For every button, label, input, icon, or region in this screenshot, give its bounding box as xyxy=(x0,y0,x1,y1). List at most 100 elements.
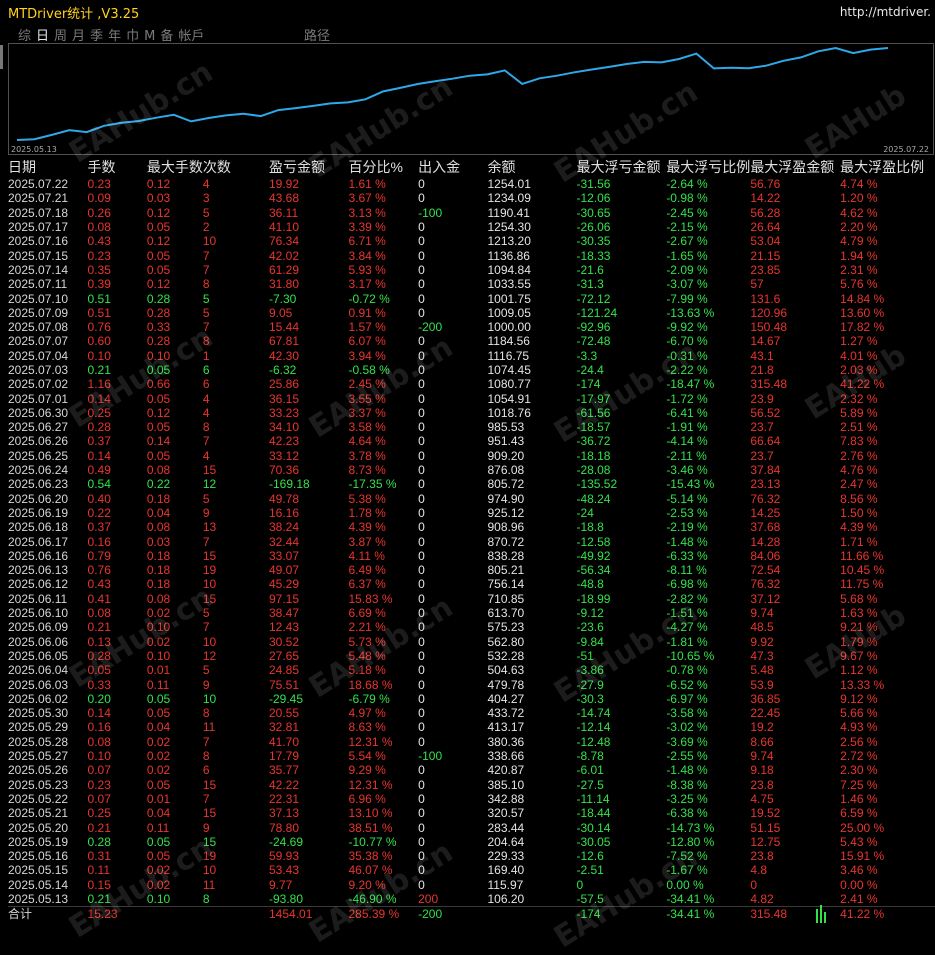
table-row[interactable]: 2025.06.17 0.16 0.03 7 32.44 3.87 % 0 870.72 -12… xyxy=(8,534,935,549)
table-row[interactable]: 2025.07.03 0.21 0.05 6 -6.32 -0.58 % 0 1074.45 -… xyxy=(8,363,935,377)
column-header[interactable]: 手数 xyxy=(88,157,147,177)
tab-4[interactable]: 季 xyxy=(90,25,103,44)
table-row[interactable]: 2025.05.16 0.31 0.05 19 59.93 35.38 % 0 229.33 -… xyxy=(8,849,935,863)
table-row[interactable]: 2025.06.19 0.22 0.04 9 16.16 1.78 % 0 925.12 -24… xyxy=(8,506,935,520)
table-row[interactable]: 2025.06.27 0.28 0.05 8 34.10 3.58 % 0 985.53 -18… xyxy=(8,420,935,434)
table-cell: 3.37 % xyxy=(348,405,386,420)
table-row[interactable]: 2025.05.26 0.07 0.02 6 35.77 9.29 % 0 420.87 -6.… xyxy=(8,763,935,777)
table-row[interactable]: 2025.07.01 0.14 0.05 4 36.15 3.55 % 0 1054.91 -1… xyxy=(8,391,935,406)
table-row[interactable]: 2025.06.20 0.40 0.18 5 49.78 5.38 % 0 974.90 -48… xyxy=(8,492,935,506)
table-cell: 7.83 % xyxy=(840,434,878,449)
table-cell: 0.25 xyxy=(87,405,111,420)
table-row[interactable]: 2025.07.11 0.39 0.12 8 31.80 3.17 % 0 1033.55 -3… xyxy=(8,277,935,291)
column-header[interactable]: 百分比% xyxy=(348,157,418,177)
column-header[interactable]: 盈亏金额 xyxy=(269,157,348,177)
table-row[interactable]: 2025.07.07 0.60 0.28 8 67.81 6.07 % 0 1184.56 -7… xyxy=(8,334,935,348)
table-row[interactable]: 2025.06.03 0.33 0.11 9 75.51 18.68 % 0 479.78 -2… xyxy=(8,677,935,692)
table-cell: 115.97 xyxy=(487,877,524,892)
table-row[interactable]: 2025.06.09 0.21 0.10 7 12.43 2.21 % 0 575.23 -23… xyxy=(8,620,935,634)
daily-stats-table: 日期 手数 最大手数 次数 盈亏金额 百分比% 出入金 余额 最大浮亏金额 最大浮亏比例 最大浮盈金… xyxy=(8,157,935,922)
path-button[interactable]: 路径 xyxy=(304,25,330,44)
table-row[interactable]: 2025.06.16 0.79 0.18 15 33.07 4.11 % 0 838.28 -4… xyxy=(8,549,935,563)
column-header[interactable]: 最大手数 xyxy=(147,157,203,177)
tab-8[interactable]: 备 xyxy=(160,25,173,44)
tab-0[interactable]: 综 xyxy=(18,25,31,44)
table-row[interactable]: 2025.06.18 0.37 0.08 13 38.24 4.39 % 0 908.96 -1… xyxy=(8,520,935,534)
table-row[interactable]: 2025.06.26 0.37 0.14 7 42.23 4.64 % 0 951.43 -36… xyxy=(8,434,935,448)
table-row[interactable]: 2025.05.23 0.23 0.05 15 42.22 12.31 % 0 385.10 -… xyxy=(8,777,935,792)
table-cell: -30.65 xyxy=(576,205,611,220)
table-cell: 385.10 xyxy=(487,777,525,792)
column-header[interactable]: 日期 xyxy=(8,157,88,177)
table-cell: 0.07 xyxy=(87,791,111,806)
table-row[interactable]: 2025.07.15 0.23 0.05 7 42.02 3.84 % 0 1136.86 -1… xyxy=(8,248,935,263)
table-row[interactable]: 2025.06.05 0.28 0.10 12 27.65 5.48 % 0 532.28 -5… xyxy=(8,649,935,663)
table-row[interactable]: 2025.05.20 0.21 0.11 9 78.80 38.51 % 0 283.44 -3… xyxy=(8,820,935,835)
tab-1[interactable]: 日 xyxy=(36,25,49,44)
table-row[interactable]: 2025.06.30 0.25 0.12 4 33.23 3.37 % 0 1018.76 -6… xyxy=(8,406,935,420)
table-row[interactable]: 2025.07.21 0.09 0.03 3 43.68 3.67 % 0 1234.09 -1… xyxy=(8,191,935,205)
table-cell: 97.15 xyxy=(269,591,300,606)
column-header[interactable]: 最大浮盈比例 xyxy=(840,157,935,177)
table-row[interactable]: 2025.05.15 0.11 0.02 10 53.43 46.07 % 0 169.40 -… xyxy=(8,863,935,877)
table-cell: 4.11 % xyxy=(348,548,385,563)
table-row[interactable]: 2025.05.27 0.10 0.02 8 17.79 5.54 % -100 338.66… xyxy=(8,749,935,763)
table-row[interactable]: 2025.07.14 0.35 0.05 7 61.29 5.93 % 0 1094.84 -2… xyxy=(8,263,935,277)
stats-table-container[interactable]: 日期 手数 最大手数 次数 盈亏金额 百分比% 出入金 余额 最大浮亏金额 最大浮亏比例 最大浮盈金… xyxy=(8,157,935,925)
tab-9[interactable]: 帐戶 xyxy=(178,25,204,44)
column-header[interactable]: 最大浮亏金额 xyxy=(576,157,666,177)
table-row[interactable]: 2025.07.08 0.76 0.33 7 15.44 1.57 % -200 1000.0… xyxy=(8,320,935,334)
table-cell: 0.54 xyxy=(87,477,111,492)
table-row[interactable]: 2025.07.04 0.10 0.10 1 42.30 3.94 % 0 1116.75 -3… xyxy=(8,349,935,363)
column-header[interactable]: 最大浮亏比例 xyxy=(666,157,750,177)
left-edge-handle[interactable] xyxy=(0,45,3,69)
table-cell: -6.01 xyxy=(576,763,604,778)
table-row[interactable]: 2025.06.10 0.08 0.02 5 38.47 6.69 % 0 613.70 -9.… xyxy=(8,606,935,620)
table-row[interactable]: 2025.06.06 0.13 0.02 10 30.52 5.73 % 0 562.80 -9… xyxy=(8,635,935,649)
column-header[interactable]: 最大浮盈金额 xyxy=(750,157,840,177)
table-row[interactable]: 2025.06.02 0.20 0.05 10 -29.45 -6.79 % 0 404.27… xyxy=(8,692,935,706)
table-cell: -21.6 xyxy=(576,262,604,277)
table-row[interactable]: 2025.05.21 0.25 0.04 15 37.13 13.10 % 0 320.57 -… xyxy=(8,806,935,820)
table-row[interactable]: 2025.06.25 0.14 0.05 4 33.12 3.78 % 0 909.20 -18… xyxy=(8,449,935,463)
table-cell: -2.67 % xyxy=(666,234,708,249)
column-header[interactable]: 次数 xyxy=(203,157,269,177)
table-row[interactable]: 2025.07.09 0.51 0.28 5 9.05 0.91 % 0 1009.05 -12… xyxy=(8,306,935,320)
table-row[interactable]: 2025.07.18 0.26 0.12 5 36.11 3.13 % -100 1190.4… xyxy=(8,206,935,220)
table-row[interactable]: 2025.05.19 0.28 0.05 15 -24.69 -10.77 % 0 204.6… xyxy=(8,835,935,849)
table-row[interactable]: 2025.05.28 0.08 0.02 7 41.70 12.31 % 0 380.36 -1… xyxy=(8,735,935,749)
table-cell: 36.15 xyxy=(269,391,300,406)
table-row[interactable]: 2025.06.13 0.76 0.18 19 49.07 6.49 % 0 805.21 -5… xyxy=(8,563,935,577)
table-cell: 22.31 xyxy=(269,791,300,806)
table-row[interactable]: 2025.07.22 0.23 0.12 4 19.92 1.61 % 0 1254.01 -3… xyxy=(8,177,935,191)
tab-3[interactable]: 月 xyxy=(72,25,85,44)
table-cell: -1.48 % xyxy=(666,534,708,549)
table-row[interactable]: 2025.06.12 0.43 0.18 10 45.29 6.37 % 0 756.14 -4… xyxy=(8,577,935,591)
table-row[interactable]: 2025.07.17 0.08 0.05 2 41.10 3.39 % 0 1254.30 -2… xyxy=(8,220,935,234)
tab-2[interactable]: 周 xyxy=(54,25,67,44)
table-row[interactable]: 2025.05.22 0.07 0.01 7 22.31 6.96 % 0 342.88 -11… xyxy=(8,792,935,806)
column-header[interactable]: 出入金 xyxy=(418,157,487,177)
table-row[interactable]: 2025.05.30 0.14 0.05 8 20.55 4.97 % 0 433.72 -14… xyxy=(8,706,935,720)
table-row[interactable]: 2025.06.23 0.54 0.22 12 -169.18 -17.35 % 0 805.… xyxy=(8,477,935,491)
table-cell: -6.32 xyxy=(269,363,297,377)
table-row[interactable]: 2025.07.02 1.16 0.66 6 25.86 2.45 % 0 1080.77 -1… xyxy=(8,377,935,391)
table-row[interactable]: 2025.05.13 0.21 0.10 8 -93.80 -46.90 % 200 106.… xyxy=(8,892,935,907)
table-cell: 0 xyxy=(418,234,425,249)
table-cell: -3.07 % xyxy=(666,277,708,292)
table-cell: 2.30 % xyxy=(840,763,878,778)
table-row[interactable]: 2025.06.24 0.49 0.08 15 70.36 8.73 % 0 876.08 -2… xyxy=(8,463,935,477)
table-cell: 200 xyxy=(418,891,439,906)
table-row[interactable]: 2025.05.29 0.16 0.04 11 32.81 8.63 % 0 413.17 -1… xyxy=(8,720,935,734)
tab-5[interactable]: 年 xyxy=(108,25,121,44)
tab-6[interactable]: 巾 xyxy=(126,25,139,44)
tab-7[interactable]: M xyxy=(144,29,155,44)
table-row[interactable]: 2025.07.10 0.51 0.28 5 -7.30 -0.72 % 0 1001.75 -… xyxy=(8,291,935,306)
table-row[interactable]: 2025.06.04 0.05 0.01 5 24.85 5.18 % 0 504.63 -3.… xyxy=(8,663,935,677)
table-row[interactable]: 2025.05.14 0.15 0.02 11 9.77 9.20 % 0 115.97 0 0.… xyxy=(8,878,935,892)
table-row[interactable]: 2025.07.16 0.43 0.12 10 76.34 6.71 % 0 1213.20 -… xyxy=(8,234,935,248)
column-header[interactable]: 余额 xyxy=(487,157,576,177)
table-row[interactable]: 2025.06.11 0.41 0.08 15 97.15 15.83 % 0 710.85 -… xyxy=(8,592,935,606)
website-url-link[interactable]: http://mtdriver. xyxy=(840,5,931,19)
table-cell: 2025.06.23 xyxy=(8,477,69,492)
